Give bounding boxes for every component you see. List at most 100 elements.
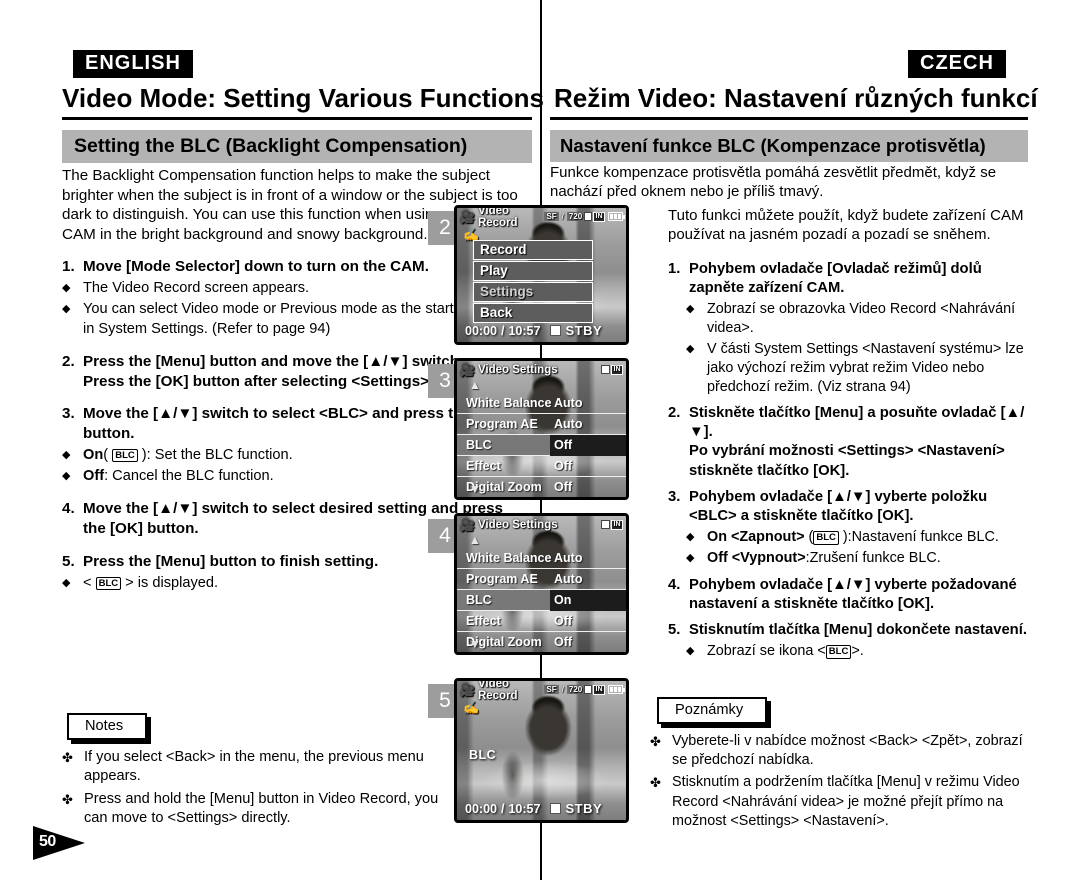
step-number: 2.	[668, 405, 681, 422]
scroll-up-arrow-icon[interactable]: ▲	[469, 379, 481, 391]
lcd-screen-4: 🎥 Video Settings IN ▲ White Balance Auto…	[454, 513, 629, 655]
video-settings-rows: White Balance Auto Program AE Auto BLC O…	[457, 548, 626, 652]
settings-row-white-balance[interactable]: White Balance Auto	[457, 393, 626, 414]
quality-label: SF	[544, 212, 559, 221]
section-banner-czech: Nastavení funkce BLC (Kompenzace protisv…	[550, 130, 1028, 163]
settings-row-effect[interactable]: Effect Off	[457, 456, 626, 477]
bullet-text: Zobrazí se obrazovka Video Record <Nahrá…	[707, 301, 1016, 337]
note-text: Press and hold the [Menu] button in Vide…	[84, 790, 439, 827]
language-badge-czech: CZECH	[908, 50, 1006, 78]
hand-shake-icon: ✍	[463, 700, 480, 715]
connector-line	[540, 501, 542, 515]
internal-memory-icon: IN	[593, 684, 605, 695]
memory-square-icon	[601, 365, 610, 374]
step-text-line1: Stiskněte tlačítko [Menu] a posuňte ovla…	[689, 405, 1025, 441]
menu-item-record[interactable]: Record	[473, 240, 593, 260]
title-rule-czech	[550, 117, 1028, 120]
note-item: ✤ Vyberete-li v nabídce možnost <Back> <…	[650, 732, 1035, 770]
lcd-status-bar: 🎥 Video Settings IN	[457, 361, 626, 378]
diamond-bullet-icon: ◆	[62, 576, 71, 589]
note-text: If you select <Back> in the menu, the pr…	[84, 749, 424, 785]
settings-row-blc[interactable]: BLC On	[457, 589, 626, 611]
settings-row-effect[interactable]: Effect Off	[457, 611, 626, 632]
standby-status: STBY	[565, 323, 603, 338]
row-value: Off	[554, 635, 573, 649]
notes-title-czech: Poznámky	[657, 697, 768, 724]
connector-line	[540, 346, 542, 360]
blc-indicator-icon: BLC	[813, 531, 839, 545]
connector-line	[540, 199, 542, 207]
row-label: Program AE	[466, 417, 538, 431]
scroll-down-arrow-icon[interactable]: ▼	[469, 638, 481, 650]
note-text: Stisknutím a podržením tlačítka [Menu] v…	[672, 774, 1020, 829]
settings-row-digital-zoom[interactable]: Digital Zoom Off	[457, 477, 626, 497]
row-label: Program AE	[466, 572, 538, 586]
scroll-up-arrow-icon[interactable]: ▲	[469, 534, 481, 546]
video-settings-rows: White Balance Auto Program AE Auto BLC O…	[457, 393, 626, 497]
lcd-time-bar: 00:00 / 10:57 STBY	[457, 323, 626, 338]
note-item: ✤ If you select <Back> in the menu, the …	[62, 748, 462, 787]
lcd-menu-list: Record Play Settings Back	[473, 240, 593, 324]
row-label: Effect	[466, 614, 501, 628]
settings-row-digital-zoom[interactable]: Digital Zoom Off	[457, 632, 626, 652]
camcorder-icon: 🎥	[460, 209, 475, 224]
clover-bullet-icon: ✤	[62, 791, 73, 807]
step-3-english: 3. Move the [▲/▼] switch to select <BLC>…	[62, 404, 522, 444]
diamond-bullet-icon: ◆	[62, 282, 71, 295]
separator-label: /	[561, 212, 564, 221]
settings-row-white-balance[interactable]: White Balance Auto	[457, 548, 626, 569]
step-number: 3.	[62, 405, 75, 423]
step-1-english: 1. Move [Mode Selector] down to turn on …	[62, 257, 522, 277]
connector-line	[540, 656, 542, 680]
row-value: Off	[550, 434, 626, 456]
lcd-mode-title: Video Settings	[477, 518, 558, 531]
settings-row-program-ae[interactable]: Program AE Auto	[457, 414, 626, 435]
menu-item-play[interactable]: Play	[473, 261, 593, 281]
time-elapsed: 00:00	[465, 323, 497, 338]
lcd-status-bar: 🎥 Video Settings IN	[457, 516, 626, 533]
row-label: White Balance	[466, 396, 552, 410]
blc-indicator-icon: BLC	[95, 576, 122, 591]
clover-bullet-icon: ✤	[650, 775, 661, 791]
diamond-bullet-icon: ◆	[686, 531, 695, 544]
row-value: Auto	[554, 396, 583, 410]
lcd-time-bar: 00:00 / 10:57 STBY	[457, 801, 626, 816]
step-number: 4.	[62, 500, 75, 518]
step-3-bullet-2-english: ◆ Off: Cancel the BLC function.	[62, 467, 522, 486]
notes-list-czech: ✤ Vyberete-li v nabídce možnost <Back> <…	[650, 732, 1035, 834]
settings-row-blc[interactable]: BLC Off	[457, 434, 626, 456]
menu-item-settings[interactable]: Settings	[473, 282, 593, 302]
step-text: Pohybem ovladače [▲/▼] vyberte položku <…	[689, 488, 988, 525]
menu-item-back[interactable]: Back	[473, 303, 593, 323]
memory-square-icon	[601, 520, 610, 529]
internal-memory-icon: IN	[611, 364, 623, 375]
step-1-bullet-2-english: ◆ You can select Video mode or Previous …	[62, 300, 522, 338]
diamond-bullet-icon: ◆	[62, 448, 71, 461]
bullet-text: V části System Settings <Nastavení systé…	[707, 341, 1024, 396]
settings-row-program-ae[interactable]: Program AE Auto	[457, 569, 626, 590]
intro-paragraph-czech-1: Funkce kompenzace protisvětla pomáhá zes…	[550, 164, 997, 201]
step-5-english: 5. Press the [Menu] button to finish set…	[62, 552, 522, 572]
lcd-screen-5: 🎥 Video Record SF / 720 IN ✍ BLC 00:00 /…	[454, 678, 629, 823]
chapter-title-czech: Režim Video: Nastavení různých funkcí	[554, 83, 1038, 113]
note-item: ✤ Stisknutím a podržením tlačítka [Menu]…	[650, 773, 1035, 831]
row-label: BLC	[466, 438, 492, 452]
step-text: Stiskněte tlačítko [Menu] a posuňte ovla…	[689, 404, 1030, 481]
scroll-down-arrow-icon[interactable]: ▼	[469, 483, 481, 495]
step-number: 3.	[668, 488, 681, 505]
lcd-mode-title: Video Settings	[477, 363, 558, 376]
blc-osd-badge: BLC	[469, 747, 497, 762]
note-item: ✤ Press and hold the [Menu] button in Vi…	[62, 790, 462, 829]
row-value: Auto	[554, 417, 583, 431]
row-label: Effect	[466, 459, 501, 473]
row-value: On	[550, 589, 626, 611]
connector-line	[540, 823, 542, 837]
diamond-bullet-icon: ◆	[686, 343, 695, 356]
memory-square-icon	[584, 685, 592, 694]
lcd-mode-title: Video Record	[477, 678, 518, 702]
memory-square-icon	[584, 212, 592, 221]
resolution-label: 720	[566, 212, 585, 221]
page-number: 50	[33, 826, 85, 860]
internal-memory-icon: IN	[593, 211, 605, 222]
resolution-label: 720	[566, 685, 585, 694]
